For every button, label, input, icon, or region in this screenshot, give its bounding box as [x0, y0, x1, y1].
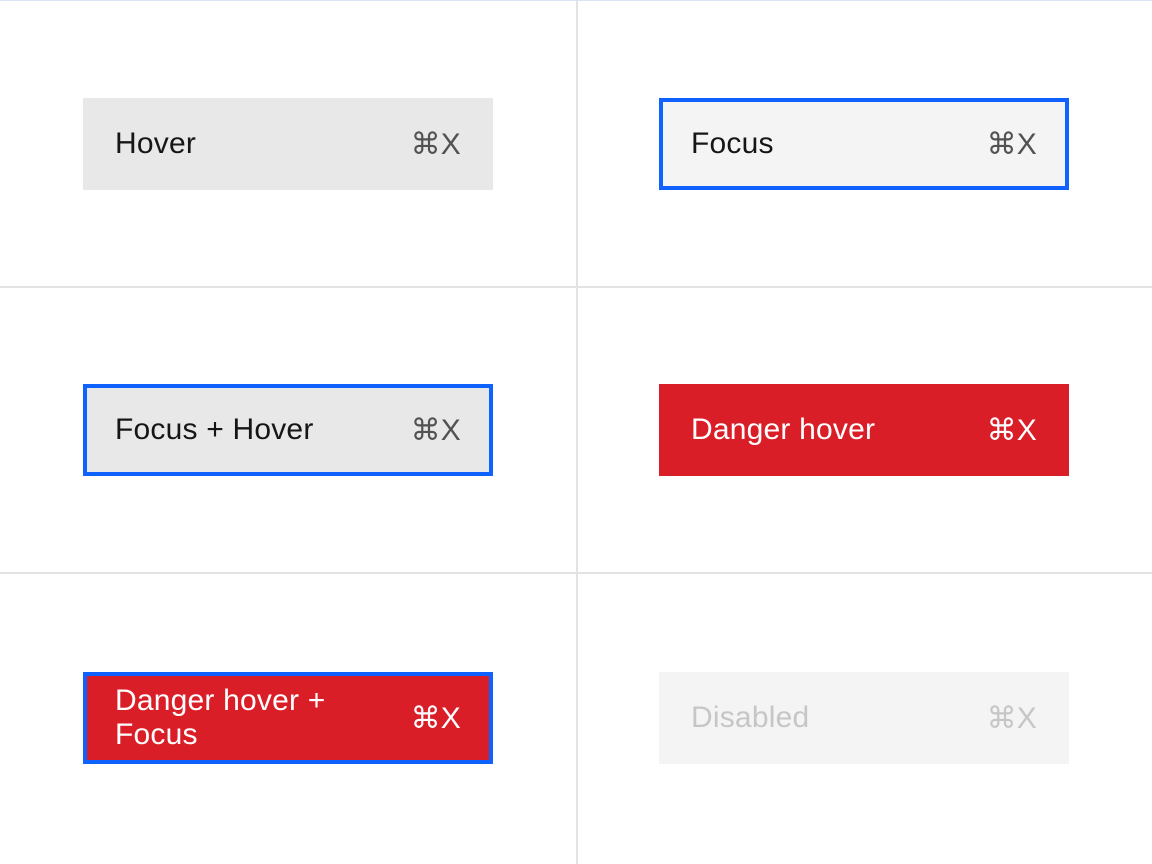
shortcut-hint: ⌘X [411, 701, 461, 736]
menu-item-hover[interactable]: Hover ⌘X [83, 98, 493, 190]
menu-item-danger-hover-focus[interactable]: Danger hover + Focus ⌘X [83, 672, 493, 764]
menu-item-label: Hover [115, 127, 196, 161]
menu-item-label: Disabled [691, 701, 809, 735]
grid-vertical-divider [576, 0, 578, 864]
shortcut-hint: ⌘X [411, 413, 461, 448]
shortcut-hint: ⌘X [411, 127, 461, 162]
menu-item-focus-hover[interactable]: Focus + Hover ⌘X [83, 384, 493, 476]
menu-item-disabled: Disabled ⌘X [659, 672, 1069, 764]
menu-item-label: Danger hover + Focus [115, 684, 411, 752]
grid-horizontal-divider-1 [0, 286, 1152, 288]
grid-horizontal-divider-2 [0, 572, 1152, 574]
menu-item-label: Focus [691, 127, 774, 161]
menu-item-danger-hover[interactable]: Danger hover ⌘X [659, 384, 1069, 476]
shortcut-hint: ⌘X [987, 127, 1037, 162]
menu-item-label: Focus + Hover [115, 413, 314, 447]
menu-item-focus[interactable]: Focus ⌘X [659, 98, 1069, 190]
states-sheet: Hover ⌘X Focus ⌘X Focus + Hover ⌘X Dange… [0, 0, 1152, 864]
shortcut-hint: ⌘X [987, 701, 1037, 736]
shortcut-hint: ⌘X [987, 413, 1037, 448]
menu-item-label: Danger hover [691, 413, 875, 447]
